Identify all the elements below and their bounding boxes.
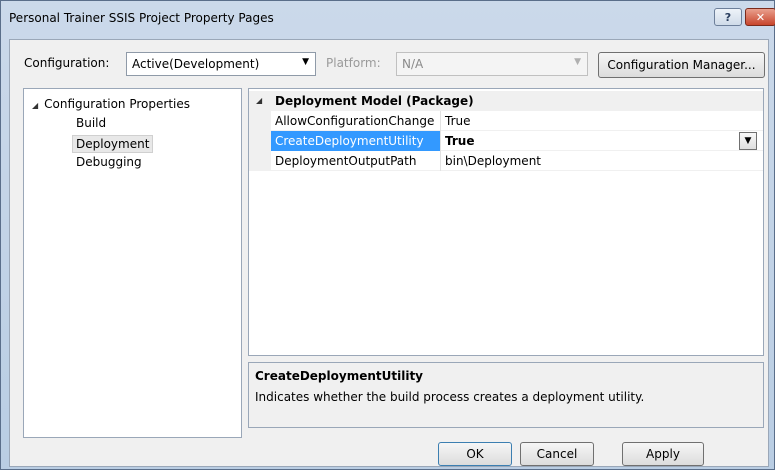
- configuration-label: Configuration:: [24, 56, 110, 70]
- property-category[interactable]: ◢ Deployment Model (Package): [249, 91, 763, 111]
- chevron-down-icon: ▼: [302, 57, 309, 67]
- ok-button[interactable]: OK: [438, 442, 512, 466]
- description-text: Indicates whether the build process crea…: [255, 390, 645, 404]
- window-title: Personal Trainer SSIS Project Property P…: [9, 11, 274, 25]
- description-panel: CreateDeploymentUtility Indicates whethe…: [248, 362, 764, 428]
- description-title: CreateDeploymentUtility: [255, 369, 424, 383]
- configuration-dropdown[interactable]: Active(Development) ▼: [126, 52, 316, 76]
- configuration-manager-button[interactable]: Configuration Manager...: [598, 52, 765, 78]
- tree-item-label: Configuration Properties: [44, 97, 190, 111]
- column-divider: [440, 131, 441, 151]
- configuration-tree: ◢ Configuration Properties Build Deployme…: [23, 88, 242, 438]
- tree-item-build[interactable]: Build: [76, 116, 106, 130]
- row-gutter: [249, 151, 271, 171]
- row-gutter: [249, 111, 271, 131]
- expand-arrow-icon[interactable]: ◢: [32, 101, 38, 110]
- close-icon: ✕: [755, 10, 766, 24]
- chevron-down-icon: ▼: [574, 57, 581, 67]
- configuration-value: Active(Development): [132, 57, 260, 71]
- tree-item-debugging[interactable]: Debugging: [76, 155, 142, 169]
- category-title: Deployment Model (Package): [275, 94, 474, 108]
- dialog-body: Configuration: Active(Development) ▼ Pla…: [9, 39, 769, 467]
- apply-button[interactable]: Apply: [622, 442, 704, 466]
- chevron-down-icon: ▼: [744, 136, 752, 146]
- value-dropdown-button[interactable]: ▼: [739, 132, 757, 150]
- property-value[interactable]: True: [445, 114, 471, 128]
- column-divider: [440, 151, 441, 171]
- column-divider: [440, 111, 441, 131]
- collapse-arrow-icon[interactable]: ◢: [256, 96, 262, 105]
- platform-dropdown: N/A ▼: [396, 52, 588, 76]
- tree-item-deployment[interactable]: Deployment: [72, 135, 154, 153]
- property-name: AllowConfigurationChange: [275, 114, 435, 128]
- property-pages-dialog: Personal Trainer SSIS Project Property P…: [0, 0, 775, 470]
- help-icon: ?: [724, 10, 732, 24]
- property-value[interactable]: bin\Deployment: [445, 154, 541, 168]
- cancel-button[interactable]: Cancel: [520, 442, 594, 466]
- property-value[interactable]: True: [445, 134, 474, 148]
- help-button[interactable]: ?: [714, 8, 742, 26]
- property-row[interactable]: AllowConfigurationChange True: [249, 111, 763, 131]
- property-name: DeploymentOutputPath: [275, 154, 417, 168]
- property-grid: ◢ Deployment Model (Package) AllowConfig…: [248, 88, 764, 356]
- row-gutter: [249, 131, 271, 151]
- property-row[interactable]: DeploymentOutputPath bin\Deployment: [249, 151, 763, 171]
- platform-label: Platform:: [326, 56, 381, 70]
- tree-item-configuration-properties[interactable]: ◢ Configuration Properties: [32, 97, 190, 111]
- platform-value: N/A: [402, 57, 424, 71]
- property-row-selected[interactable]: CreateDeploymentUtility True ▼: [249, 131, 763, 151]
- title-bar[interactable]: Personal Trainer SSIS Project Property P…: [1, 1, 775, 39]
- close-button[interactable]: ✕: [745, 8, 775, 26]
- property-name: CreateDeploymentUtility: [275, 134, 424, 148]
